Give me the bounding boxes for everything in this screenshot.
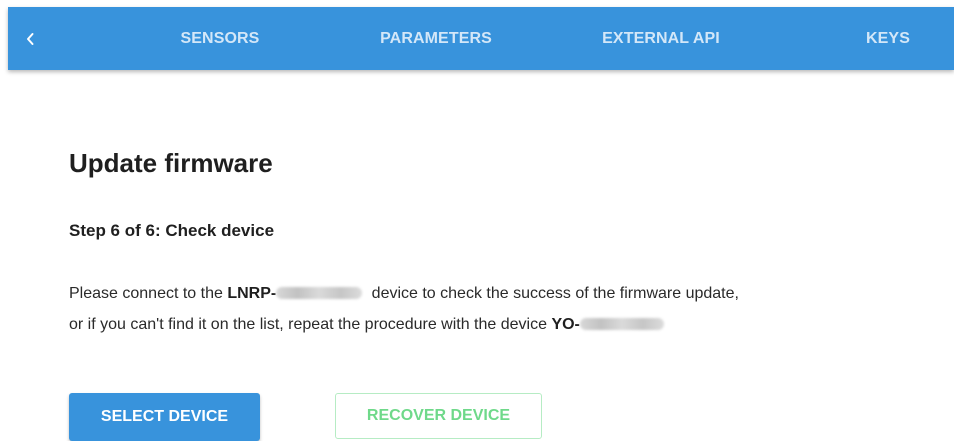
- tab-keys[interactable]: KEYS: [846, 7, 930, 70]
- redacted-device-id-1: [276, 287, 363, 299]
- redacted-device-id-2: [579, 318, 664, 330]
- tab-external-api[interactable]: EXTERNAL API: [586, 7, 736, 70]
- instructions-part-1: Please connect to the: [69, 285, 228, 302]
- device-2-prefix: YO-: [551, 316, 580, 333]
- tab-sensors[interactable]: SENSORS: [158, 7, 282, 70]
- chevron-left-icon: [27, 32, 34, 45]
- instructions-text: Please connect to the LNRP- device to ch…: [69, 278, 929, 340]
- tab-parameters[interactable]: PARAMETERS: [364, 7, 508, 70]
- page-title: Update firmware: [69, 148, 273, 178]
- device-1-prefix: LNRP-: [227, 285, 277, 302]
- instructions-part-3: or if you can't find it on the list, rep…: [69, 316, 552, 333]
- instructions-part-2: device to check the success of the firmw…: [367, 285, 739, 302]
- select-device-button[interactable]: SELECT DEVICE: [69, 393, 260, 441]
- recover-device-button[interactable]: RECOVER DEVICE: [335, 393, 542, 439]
- top-nav-bar: SENSORS PARAMETERS EXTERNAL API KEYS: [8, 7, 954, 70]
- back-button[interactable]: [8, 7, 52, 70]
- step-heading: Step 6 of 6: Check device: [69, 221, 275, 240]
